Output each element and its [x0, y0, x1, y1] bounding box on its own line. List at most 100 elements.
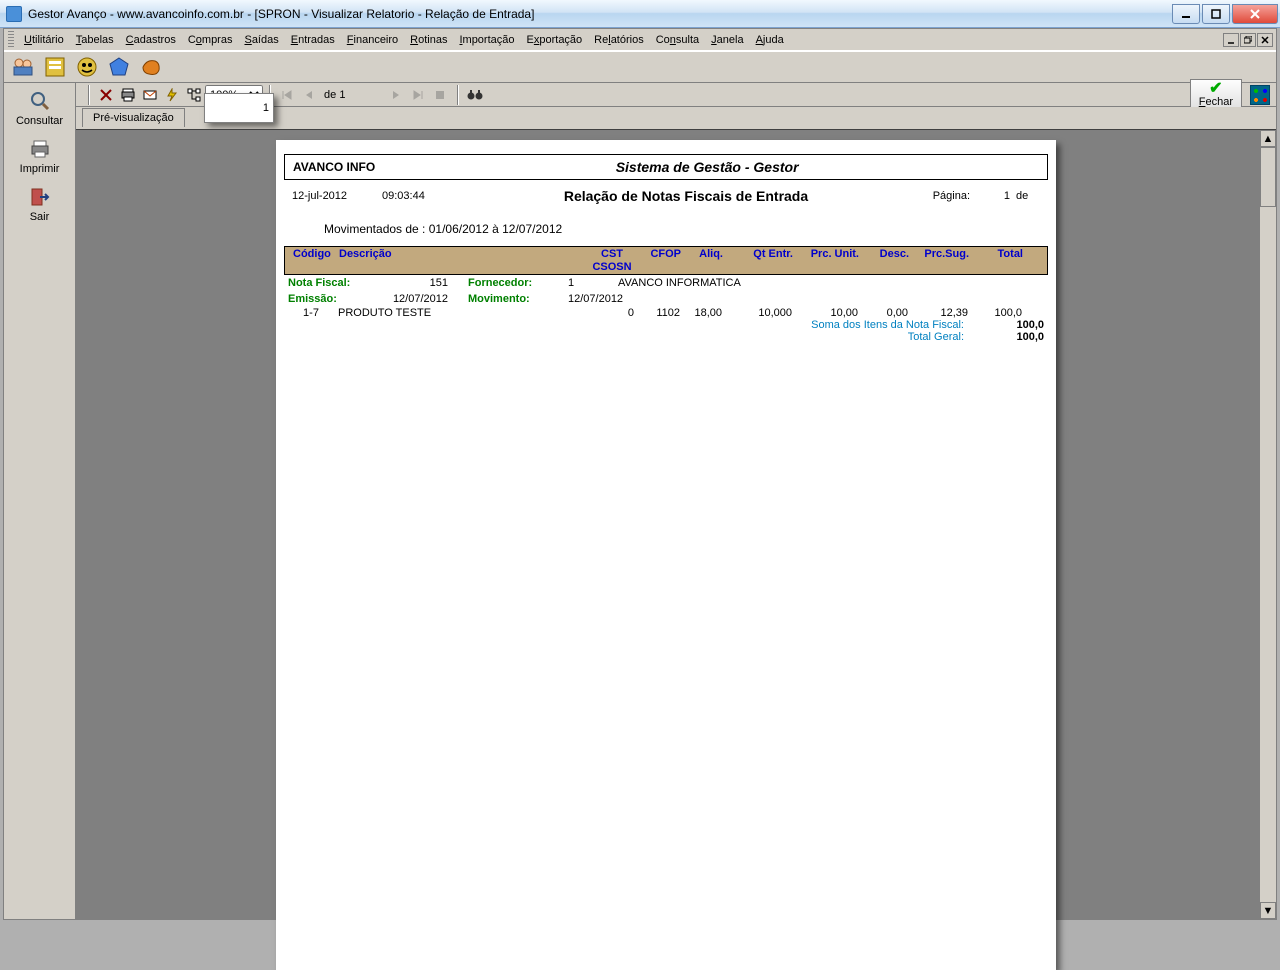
- menu-exportacao[interactable]: Exportação: [521, 32, 589, 48]
- col-cst: CST: [585, 248, 639, 260]
- total-row: Total Geral: 100,0: [284, 331, 1048, 343]
- menu-consulta[interactable]: Consulta: [650, 32, 705, 48]
- menu-tabelas[interactable]: Tabelas: [70, 32, 120, 48]
- nf-num: 151: [388, 277, 448, 289]
- window-controls: [1170, 4, 1278, 24]
- item-aliq: 18,00: [684, 307, 726, 319]
- report-toolbar: 100% de 1 ✔ Fechar: [76, 83, 1276, 107]
- toolbar-icon2[interactable]: [42, 54, 68, 80]
- col-aliq: Aliq.: [685, 248, 727, 260]
- mdi-close-button[interactable]: [1257, 33, 1273, 47]
- col-cfop: CFOP: [639, 248, 685, 260]
- toolbar-icon3[interactable]: [74, 54, 100, 80]
- window-titlebar: Gestor Avanço - www.avancoinfo.com.br - …: [0, 0, 1280, 28]
- col-descricao: Descrição: [335, 248, 585, 260]
- page-number-input[interactable]: [204, 93, 274, 123]
- preview-canvas: ▲ ▼ AVANCO INFO Sistema de Gestão - Gest…: [76, 129, 1276, 919]
- item-qt: 10,000: [726, 307, 796, 319]
- app-client-area: Utilitário Tabelas Cadastros Compras Saí…: [3, 28, 1277, 920]
- sidebar-sair[interactable]: Sair: [10, 185, 70, 223]
- search-icon: [28, 89, 52, 113]
- menu-janela[interactable]: Janela: [705, 32, 749, 48]
- cancel-icon[interactable]: [96, 85, 116, 105]
- menu-ajuda[interactable]: Ajuda: [750, 32, 790, 48]
- nav-first-icon[interactable]: [277, 85, 297, 105]
- tab-preview[interactable]: Pré-visualização: [82, 108, 185, 127]
- pagina-num: 1: [970, 190, 1010, 202]
- total-label: Total Geral:: [288, 331, 984, 343]
- menu-compras[interactable]: Compras: [182, 32, 239, 48]
- toolbar-icon4[interactable]: [106, 54, 132, 80]
- sidebar-sair-label: Sair: [30, 211, 50, 223]
- item-descricao: PRODUTO TESTE: [334, 307, 584, 319]
- report-viewer: 100% de 1 ✔ Fechar: [76, 83, 1276, 919]
- app-icon: [6, 6, 22, 22]
- nav-next-icon[interactable]: [386, 85, 406, 105]
- minimize-button[interactable]: [1172, 4, 1200, 24]
- nav-last-icon[interactable]: [408, 85, 428, 105]
- window-title: Gestor Avanço - www.avancoinfo.com.br - …: [28, 7, 1170, 21]
- item-cfop: 1102: [638, 307, 684, 319]
- menu-importacao[interactable]: Importação: [453, 32, 520, 48]
- bolt-icon[interactable]: [162, 85, 182, 105]
- report-header: AVANCO INFO Sistema de Gestão - Gestor: [284, 154, 1048, 180]
- report-date: 12-jul-2012: [292, 190, 382, 202]
- col-csosn: CSOSN: [585, 261, 639, 273]
- total-val: 100,0: [984, 331, 1044, 343]
- print-icon[interactable]: [118, 85, 138, 105]
- menu-relatorios[interactable]: Relatórios: [588, 32, 650, 48]
- nf-label: Nota Fiscal:: [288, 277, 388, 289]
- report-time: 09:03:44: [382, 190, 462, 202]
- col-ps: Prc.Sug.: [913, 248, 973, 260]
- page-of-label: de 1: [324, 89, 345, 101]
- forn-cod: 1: [568, 277, 588, 289]
- binoculars-icon[interactable]: [465, 85, 485, 105]
- pagina-label: Página:: [910, 190, 970, 202]
- col-qt: Qt Entr.: [727, 248, 797, 260]
- nf-row1: Nota Fiscal: 151 Fornecedor: 1 AVANCO IN…: [284, 275, 1048, 291]
- mdi-restore-button[interactable]: [1240, 33, 1256, 47]
- emissao-val: 12/07/2012: [368, 293, 448, 305]
- color-dots-icon[interactable]: [1250, 85, 1270, 105]
- toolbar-users-icon[interactable]: [10, 54, 36, 80]
- sidebar-consultar[interactable]: Consultar: [10, 89, 70, 127]
- nav-stop-icon[interactable]: [430, 85, 450, 105]
- scroll-thumb[interactable]: [1260, 147, 1276, 207]
- maximize-button[interactable]: [1202, 4, 1230, 24]
- system-title: Sistema de Gestão - Gestor: [375, 159, 1039, 175]
- toolbar-icon5[interactable]: [138, 54, 164, 80]
- report-title: Relação de Notas Fiscais de Entrada: [462, 188, 910, 204]
- item-tot: 100,0: [972, 307, 1026, 319]
- mdi-minimize-button[interactable]: [1223, 33, 1239, 47]
- scroll-up-icon[interactable]: ▲: [1260, 130, 1276, 147]
- vertical-scrollbar[interactable]: ▲ ▼: [1259, 130, 1276, 919]
- mov-label: Movimento:: [468, 293, 568, 305]
- soma-val: 100,0: [984, 319, 1044, 331]
- item-ps: 12,39: [912, 307, 972, 319]
- tree-icon[interactable]: [184, 85, 204, 105]
- menu-entradas[interactable]: Entradas: [285, 32, 341, 48]
- menu-cadastros[interactable]: Cadastros: [120, 32, 182, 48]
- item-row: 1-7 PRODUTO TESTE 0 1102 18,00 10,000 10…: [284, 307, 1048, 319]
- menubar: Utilitário Tabelas Cadastros Compras Saí…: [4, 29, 1276, 51]
- nav-prev-icon[interactable]: [299, 85, 319, 105]
- close-button[interactable]: [1232, 4, 1278, 24]
- scroll-down-icon[interactable]: ▼: [1260, 902, 1276, 919]
- printer-icon: [28, 137, 52, 161]
- sidebar-consultar-label: Consultar: [16, 115, 63, 127]
- menu-utilitario[interactable]: Utilitário: [18, 32, 70, 48]
- fechar-label: Fechar: [1199, 96, 1233, 108]
- sidebar-imprimir[interactable]: Imprimir: [10, 137, 70, 175]
- forn-nome: AVANCO INFORMATICA: [618, 277, 741, 289]
- col-pu: Prc. Unit.: [797, 248, 863, 260]
- menubar-grip: [8, 31, 14, 49]
- fechar-button[interactable]: ✔ Fechar: [1190, 79, 1242, 111]
- nf-row2: Emissão: 12/07/2012 Movimento: 12/07/201…: [284, 291, 1048, 307]
- report-subheader: 12-jul-2012 09:03:44 Relação de Notas Fi…: [284, 180, 1048, 204]
- forn-label: Fornecedor:: [468, 277, 568, 289]
- menu-saidas[interactable]: Saídas: [238, 32, 284, 48]
- menu-rotinas[interactable]: Rotinas: [404, 32, 453, 48]
- menu-financeiro[interactable]: Financeiro: [341, 32, 404, 48]
- mail-icon[interactable]: [140, 85, 160, 105]
- item-pu: 10,00: [796, 307, 862, 319]
